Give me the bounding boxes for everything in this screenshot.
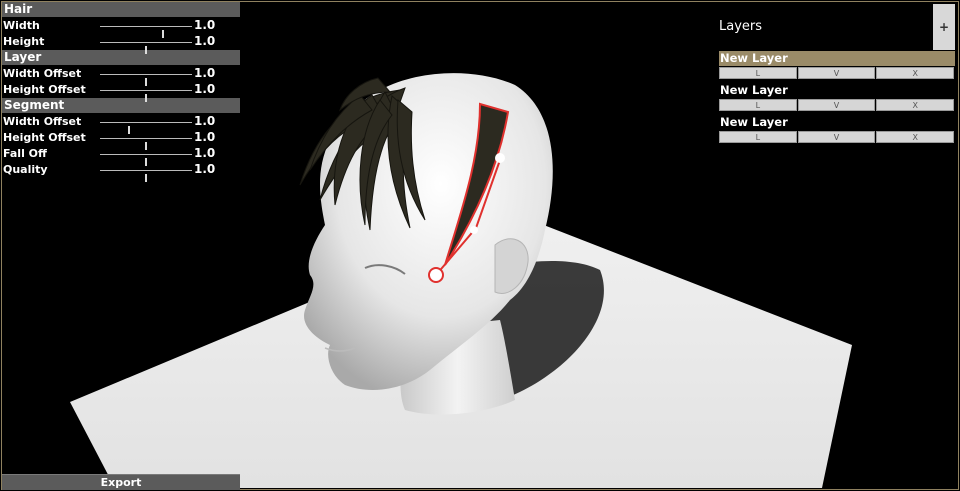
property-value: 1.0 — [194, 130, 216, 144]
slider-thumb[interactable] — [145, 174, 147, 182]
layer-delete-button[interactable]: X — [876, 131, 955, 143]
property-label: Quality — [3, 163, 48, 176]
property-row: Width Offset 1.0 — [2, 66, 240, 86]
property-label: Height Offset — [3, 83, 86, 96]
spline-point-top[interactable] — [495, 153, 505, 163]
layer-item[interactable]: New Layer L V X — [719, 83, 955, 111]
layer-lock-button[interactable]: L — [719, 99, 797, 111]
segment-section-rows: Width Offset 1.0 Height Offset 1.0 Fall Off 1… — [2, 114, 240, 182]
property-row: Width Offset 1.0 — [2, 114, 240, 134]
property-slider[interactable] — [100, 42, 192, 54]
property-label: Width Offset — [3, 67, 82, 80]
layer-name[interactable]: New Layer — [719, 115, 955, 130]
layer-buttons: LVX — [719, 99, 955, 111]
property-slider[interactable] — [100, 138, 192, 150]
layer-section-rows: Width Offset 1.0 Height Offset 1.0 — [2, 66, 240, 102]
layer-lock-button[interactable]: L — [719, 67, 797, 79]
layer-name[interactable]: New Layer — [719, 83, 955, 98]
layer-item[interactable]: New Layer L V X — [719, 115, 955, 143]
slider-thumb[interactable] — [145, 94, 147, 102]
property-row: Quality 1.0 — [2, 162, 240, 182]
property-slider[interactable] — [100, 74, 192, 86]
property-value: 1.0 — [194, 114, 216, 128]
property-label: Width — [3, 19, 40, 32]
spline-point-mid[interactable] — [470, 226, 478, 234]
export-button[interactable]: Export — [2, 474, 240, 490]
property-label: Height Offset — [3, 131, 86, 144]
segment-section-header: Segment — [2, 98, 240, 113]
property-value: 1.0 — [194, 34, 216, 48]
layer-visibility-button[interactable]: V — [797, 131, 876, 143]
add-layer-button[interactable]: + — [933, 4, 955, 50]
layer-delete-button[interactable]: X — [876, 99, 955, 111]
property-label: Height — [3, 35, 45, 48]
layer-buttons: LVX — [719, 67, 955, 79]
slider-thumb[interactable] — [145, 46, 147, 54]
layers-title: Layers — [719, 19, 763, 34]
property-row: Height Offset 1.0 — [2, 130, 240, 150]
property-value: 1.0 — [194, 82, 216, 96]
properties-panel: Hair Width 1.0 Height 1.0 Layer Width Offse… — [2, 2, 240, 182]
property-value: 1.0 — [194, 162, 216, 176]
hair-section-rows: Width 1.0 Height 1.0 — [2, 18, 240, 54]
layer-delete-button[interactable]: X — [876, 67, 955, 79]
property-slider[interactable] — [100, 154, 192, 166]
hair-section-header: Hair — [2, 2, 240, 17]
layer-name[interactable]: New Layer — [719, 51, 955, 66]
layer-item[interactable]: New Layer L V X — [719, 51, 955, 79]
property-row: Width 1.0 — [2, 18, 240, 38]
layer-buttons: LVX — [719, 131, 955, 143]
property-slider[interactable] — [100, 26, 192, 38]
property-slider[interactable] — [100, 170, 192, 182]
layer-visibility-button[interactable]: V — [797, 67, 876, 79]
property-row: Height 1.0 — [2, 34, 240, 54]
spline-point-handle[interactable] — [428, 267, 444, 283]
property-row: Height Offset 1.0 — [2, 82, 240, 102]
layer-section-header: Layer — [2, 50, 240, 65]
layer-visibility-button[interactable]: V — [797, 99, 876, 111]
property-slider[interactable] — [100, 122, 192, 134]
property-slider[interactable] — [100, 90, 192, 102]
property-value: 1.0 — [194, 66, 216, 80]
property-value: 1.0 — [194, 18, 216, 32]
property-label: Width Offset — [3, 115, 82, 128]
property-value: 1.0 — [194, 146, 216, 160]
property-label: Fall Off — [3, 147, 47, 160]
layer-lock-button[interactable]: L — [719, 131, 797, 143]
property-row: Fall Off 1.0 — [2, 146, 240, 166]
